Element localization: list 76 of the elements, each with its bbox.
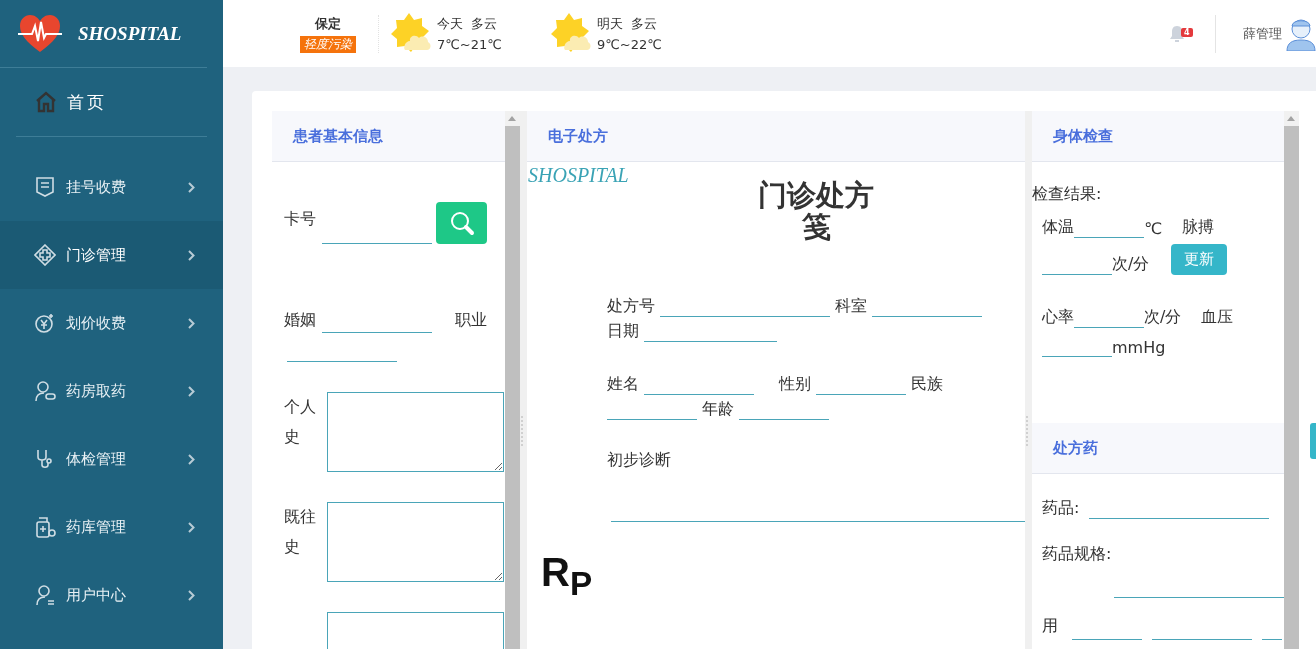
unit-label: 次/分 (1144, 307, 1182, 328)
chevron-right-icon (188, 317, 195, 329)
scroll-up-arrow-icon[interactable] (508, 116, 516, 121)
panel-title: 电子处方 (548, 126, 608, 146)
ticket-icon (34, 176, 56, 198)
field-label: 脉搏 (1181, 217, 1214, 238)
field-label: 处方号 (607, 295, 655, 317)
yen-icon (34, 312, 56, 334)
brand-text: SHOSPITAL (528, 164, 629, 187)
field-label: 年龄 (702, 398, 734, 420)
weather-day: 今天 多云 (437, 15, 502, 33)
home-icon (35, 91, 57, 113)
home-label: 首页 (67, 90, 107, 114)
heart-logo-icon (18, 13, 62, 54)
unit-label: 次/分 (1112, 254, 1150, 275)
notification-count: 4 (1181, 28, 1193, 37)
panel-title: 处方药 (1053, 438, 1098, 458)
prescription-heading: 门诊处方笺 (757, 180, 875, 244)
resize-handle[interactable] (521, 416, 526, 446)
text-area[interactable] (327, 392, 504, 472)
weather-day: 明天 多云 (597, 15, 662, 33)
field-label: 民族 (911, 373, 943, 395)
menu-item[interactable]: 划价收费 (0, 289, 223, 357)
scroll-up-arrow-icon[interactable] (1287, 116, 1295, 121)
section-label: 检查结果: (1032, 184, 1103, 205)
avatar-icon[interactable] (1286, 16, 1316, 51)
field-label: 性别 (779, 373, 811, 395)
menu-item[interactable]: 门诊管理 (0, 221, 223, 289)
scrollbar[interactable] (505, 111, 520, 649)
menu-item[interactable]: 用户中心 (0, 561, 223, 629)
panel-title: 身体检查 (1053, 126, 1113, 146)
field-label: 药品: (1042, 498, 1080, 519)
unit-label: mmHg (1112, 338, 1166, 357)
menu-item[interactable]: 挂号收费 (0, 153, 223, 221)
search-icon (448, 210, 475, 236)
chevron-right-icon (188, 249, 195, 261)
user-icon (34, 584, 56, 606)
person-pill-icon (34, 380, 56, 402)
field-label: 日期 (607, 320, 639, 342)
field-label: 体温 (1042, 217, 1074, 238)
field-label: 血压 (1201, 307, 1234, 328)
rp-symbol: R$_{P}$ (541, 549, 594, 603)
air-quality-badge: 轻度污染 (300, 35, 356, 53)
chevron-right-icon (188, 385, 195, 397)
field-label: 心率 (1042, 307, 1074, 328)
field-label: 既往史 (284, 506, 317, 558)
chevron-right-icon (188, 181, 195, 193)
field-label: 职业 (455, 310, 487, 331)
logo-text: SHOSPITAL (78, 22, 182, 45)
field-label: 用 (1042, 615, 1059, 637)
field-label: 科室 (835, 295, 867, 317)
user-name[interactable]: 薛管理 (1243, 24, 1282, 43)
field-label: 姓名 (607, 373, 639, 395)
city-name: 保定 (315, 14, 341, 33)
medical-cross-icon (34, 244, 56, 266)
search-button[interactable] (436, 202, 487, 244)
menu-item[interactable]: 体检管理 (0, 425, 223, 493)
chevron-right-icon (188, 453, 195, 465)
text-area[interactable] (327, 502, 504, 582)
menu-item[interactable]: 药房取药 (0, 357, 223, 425)
chevron-right-icon (188, 589, 195, 601)
chevron-right-icon (188, 521, 195, 533)
field-label: 药品规格: (1042, 544, 1112, 565)
weather-temperature: 9℃~22℃ (597, 37, 662, 52)
scrollbar[interactable] (1284, 111, 1299, 649)
weather-temperature: 7℃~21℃ (437, 37, 502, 52)
field-label: 初步诊断 (607, 449, 671, 471)
panel-title: 患者基本信息 (293, 126, 383, 146)
menu-item[interactable]: 药库管理 (0, 493, 223, 561)
medicine-bottle-icon (34, 516, 56, 538)
field-label: 婚姻 (284, 310, 317, 331)
unit-label: ℃ (1144, 219, 1162, 238)
field-label: 卡号 (284, 208, 317, 230)
home-menu-item[interactable]: 首页 (16, 68, 207, 137)
bell-icon[interactable] (1169, 25, 1185, 42)
field-label: 个人史 (284, 396, 317, 448)
